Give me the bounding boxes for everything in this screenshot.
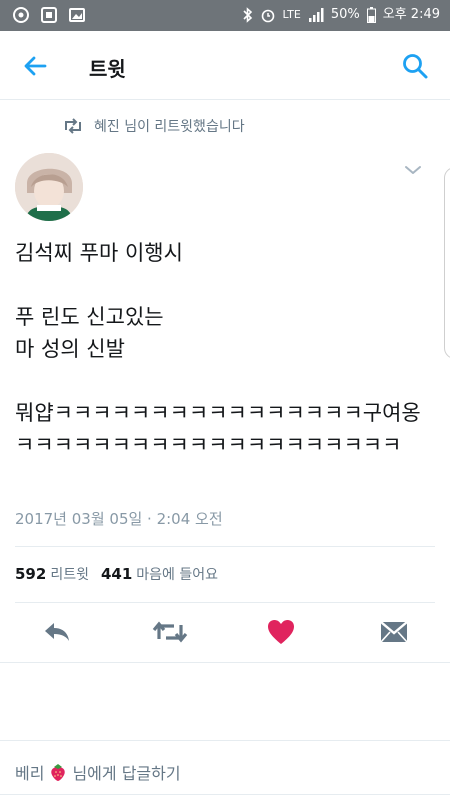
likes-label: 마음에 들어요 bbox=[136, 567, 218, 583]
camera-sync-icon bbox=[13, 7, 29, 23]
heart-icon[interactable] bbox=[266, 618, 296, 646]
divider bbox=[0, 740, 450, 741]
divider bbox=[0, 794, 450, 795]
retweets-count: 592 bbox=[15, 565, 47, 583]
retweet-icon bbox=[65, 118, 81, 134]
retweets-label: 리트윗 bbox=[50, 567, 89, 583]
network-label: LTE bbox=[282, 8, 301, 21]
battery-percent: 50% bbox=[330, 7, 360, 22]
status-bar: LTE 50% 오후 2:49 bbox=[0, 0, 450, 31]
divider bbox=[0, 662, 450, 663]
notification-icon bbox=[41, 7, 57, 23]
chevron-down-icon[interactable] bbox=[404, 163, 422, 177]
retweet-context[interactable]: 혜진 님이 리트윗했습니다 bbox=[62, 116, 245, 136]
divider bbox=[15, 602, 435, 603]
likes-count: 441 bbox=[100, 565, 133, 583]
avatar[interactable] bbox=[15, 153, 83, 221]
tweet-timestamp: 2017년 03월 05일 · 2:04 오전 bbox=[15, 510, 223, 528]
signal-icon bbox=[308, 8, 324, 22]
tweet-actions bbox=[0, 612, 450, 654]
battery-icon bbox=[366, 7, 376, 23]
alarm-icon bbox=[261, 9, 274, 23]
retweets-stat[interactable]: 592 리트윗 bbox=[15, 564, 89, 584]
retweet-context-text: 혜진 님이 리트윗했습니다 bbox=[94, 119, 245, 135]
reply-placeholder-name: 베리 bbox=[15, 764, 45, 783]
direct-message-icon[interactable] bbox=[379, 618, 409, 646]
retweet-icon[interactable] bbox=[152, 618, 188, 646]
page-title: 트윗 bbox=[89, 57, 126, 81]
divider bbox=[15, 546, 435, 547]
reply-icon[interactable] bbox=[42, 618, 72, 646]
status-time: 오후 2:49 bbox=[382, 7, 440, 22]
app-header: 트윗 bbox=[0, 31, 450, 100]
bluetooth-icon bbox=[242, 7, 252, 23]
edge-panel-handle[interactable] bbox=[444, 167, 450, 359]
search-icon[interactable] bbox=[400, 51, 430, 81]
back-arrow-icon[interactable] bbox=[20, 51, 50, 81]
gallery-icon bbox=[69, 8, 85, 22]
avatar-image bbox=[15, 153, 83, 221]
tweet-text: 김석찌 푸마 이행시 푸 린도 신고있는 마 성의 신발 뭐얍ㅋㅋㅋㅋㅋㅋㅋㅋㅋ… bbox=[15, 241, 421, 457]
reply-placeholder-text: 님에게 답글하기 bbox=[72, 764, 181, 783]
tweet-stats: 592 리트윗 441 마음에 들어요 bbox=[15, 564, 218, 584]
likes-stat[interactable]: 441 마음에 들어요 bbox=[101, 564, 218, 584]
strawberry-icon bbox=[51, 764, 66, 781]
reply-input[interactable]: 베리 님에게 답글하기 bbox=[15, 760, 181, 784]
